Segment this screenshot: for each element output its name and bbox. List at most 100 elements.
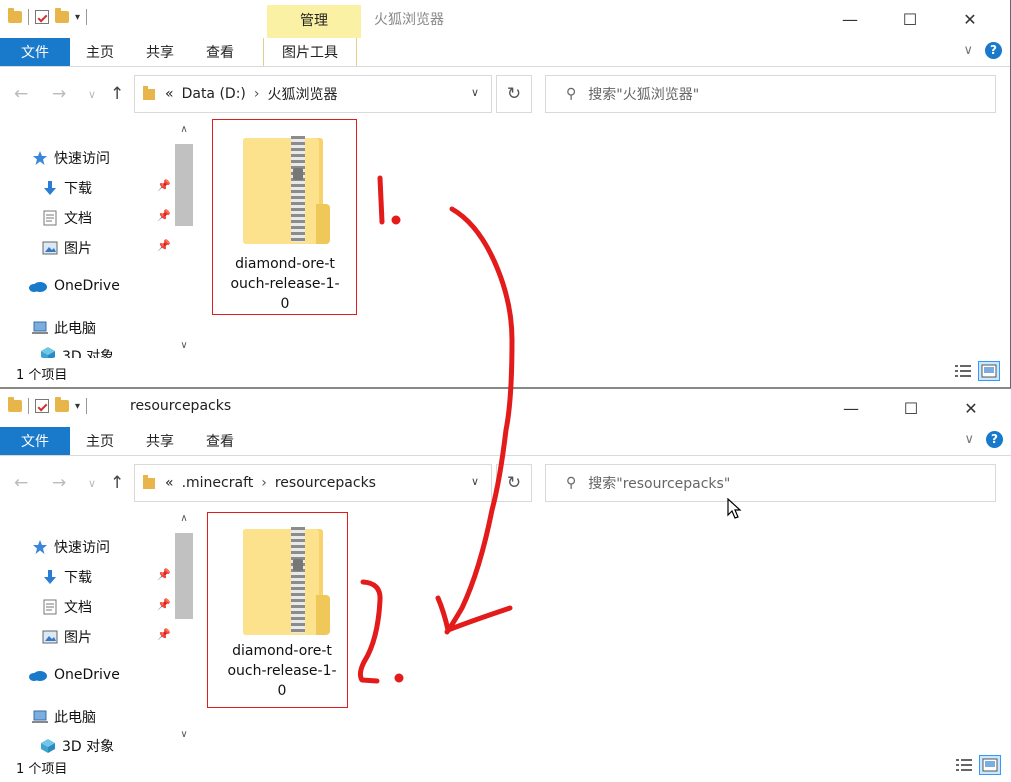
file-item-zip[interactable]: diamond-ore-t ouch-release-1- 0 xyxy=(207,512,348,708)
nav-documents[interactable]: 文档 xyxy=(42,208,92,228)
folder-icon[interactable] xyxy=(8,8,22,23)
scroll-down-icon[interactable]: ∨ xyxy=(173,340,195,358)
view-switcher xyxy=(952,361,1000,381)
cube-icon xyxy=(40,738,56,754)
pin-icon[interactable]: 📌 xyxy=(157,568,171,581)
customize-dropdown-icon[interactable]: ▾ xyxy=(75,12,80,23)
maximize-icon[interactable]: ☐ xyxy=(881,395,941,421)
scroll-thumb[interactable] xyxy=(175,533,193,619)
breadcrumb-separator-icon[interactable]: › xyxy=(261,475,267,491)
recent-dropdown-icon[interactable]: ∨ xyxy=(88,477,96,490)
large-icons-view-icon[interactable] xyxy=(978,361,1000,381)
nav-label: 图片 xyxy=(64,241,92,257)
tab-view[interactable]: 查看 xyxy=(190,427,250,455)
customize-dropdown-icon[interactable]: ▾ xyxy=(75,401,80,412)
address-bar[interactable]: « Data (D:) › 火狐浏览器 ∨ xyxy=(134,75,492,113)
folder-icon[interactable] xyxy=(8,397,22,412)
file-name: diamond-ore-t ouch-release-1- 0 xyxy=(215,254,355,314)
chevron-down-icon[interactable]: ∨ xyxy=(471,475,479,488)
help-icon[interactable]: ? xyxy=(985,42,1002,59)
up-icon[interactable]: ↑ xyxy=(110,473,124,493)
properties-icon[interactable] xyxy=(35,10,49,24)
chevron-down-icon[interactable]: ∨ xyxy=(963,43,973,58)
file-item-zip[interactable]: diamond-ore-t ouch-release-1- 0 xyxy=(212,119,357,315)
tab-manage[interactable]: 管理 xyxy=(267,5,361,38)
tab-home[interactable]: 主页 xyxy=(70,38,130,66)
new-folder-icon[interactable] xyxy=(55,8,69,23)
back-icon[interactable]: ← xyxy=(14,84,28,104)
nav-onedrive[interactable]: OneDrive xyxy=(28,667,120,683)
nav-3d-objects[interactable]: 3D 对象 xyxy=(40,736,114,756)
forward-icon[interactable]: → xyxy=(52,473,66,493)
nav-pictures[interactable]: 图片 xyxy=(42,627,92,647)
minimize-icon[interactable]: — xyxy=(821,395,881,421)
details-view-icon[interactable] xyxy=(952,361,974,381)
back-icon[interactable]: ← xyxy=(14,473,28,493)
tab-home[interactable]: 主页 xyxy=(70,427,130,455)
document-icon xyxy=(42,599,58,615)
large-icons-view-icon[interactable] xyxy=(979,755,1001,775)
pin-icon[interactable]: 📌 xyxy=(157,628,171,641)
nav-downloads[interactable]: 下载 xyxy=(42,567,92,587)
nav-label: 快速访问 xyxy=(54,540,110,556)
overflow-chevron-icon[interactable]: « xyxy=(165,86,174,102)
tab-file[interactable]: 文件 xyxy=(0,38,70,66)
chevron-down-icon[interactable]: ∨ xyxy=(964,432,974,447)
nav-this-pc[interactable]: 此电脑 xyxy=(32,318,96,338)
breadcrumb-folder[interactable]: 火狐浏览器 xyxy=(268,84,338,104)
window-controls: — ☐ ✕ xyxy=(821,395,1001,421)
close-icon[interactable]: ✕ xyxy=(940,6,1000,32)
nav-3d-objects[interactable]: 3D 对象 xyxy=(40,346,114,358)
search-input[interactable]: ⚲ 搜索"resourcepacks" xyxy=(545,464,996,502)
tab-share[interactable]: 共享 xyxy=(130,427,190,455)
status-bar: 1 个项目 xyxy=(0,360,1010,384)
details-view-icon[interactable] xyxy=(953,755,975,775)
pin-icon[interactable]: 📌 xyxy=(157,239,171,252)
tab-file[interactable]: 文件 xyxy=(0,427,70,455)
breadcrumb-separator-icon[interactable]: › xyxy=(254,86,260,102)
recent-dropdown-icon[interactable]: ∨ xyxy=(88,88,96,101)
refresh-icon[interactable]: ↻ xyxy=(496,464,532,502)
file-name-line: diamond-ore-t xyxy=(232,643,332,659)
up-icon[interactable]: ↑ xyxy=(110,84,124,104)
tab-picture-tools[interactable]: 图片工具 xyxy=(263,38,357,66)
help-icon[interactable]: ? xyxy=(986,431,1003,448)
pin-icon[interactable]: 📌 xyxy=(157,209,171,222)
tab-share[interactable]: 共享 xyxy=(130,38,190,66)
forward-icon[interactable]: → xyxy=(52,84,66,104)
breadcrumb-parent[interactable]: .minecraft xyxy=(182,475,254,491)
overflow-chevron-icon[interactable]: « xyxy=(165,475,174,491)
breadcrumb-folder[interactable]: resourcepacks xyxy=(275,475,376,491)
nav-scrollbar[interactable]: ∧ ∨ xyxy=(173,511,195,747)
tab-view[interactable]: 查看 xyxy=(190,38,250,66)
nav-quick-access[interactable]: 快速访问 xyxy=(32,148,110,168)
nav-onedrive[interactable]: OneDrive xyxy=(28,278,120,294)
nav-scrollbar[interactable]: ∧ ∨ xyxy=(173,122,195,358)
scroll-up-icon[interactable]: ∧ xyxy=(173,124,195,142)
explorer-window-resourcepacks: ▾ resourcepacks — ☐ ✕ 文件 主页 共享 查看 ∨ ? ← … xyxy=(0,389,1011,782)
cloud-icon xyxy=(28,278,48,294)
window-controls: — ☐ ✕ xyxy=(820,6,1000,32)
new-folder-icon[interactable] xyxy=(55,397,69,412)
nav-quick-access[interactable]: 快速访问 xyxy=(32,537,110,557)
close-icon[interactable]: ✕ xyxy=(941,395,1001,421)
pin-icon[interactable]: 📌 xyxy=(157,179,171,192)
nav-documents[interactable]: 文档 xyxy=(42,597,92,617)
nav-pictures[interactable]: 图片 xyxy=(42,238,92,258)
search-placeholder: 搜索"resourcepacks" xyxy=(588,476,731,492)
chevron-down-icon[interactable]: ∨ xyxy=(471,86,479,99)
minimize-icon[interactable]: — xyxy=(820,6,880,32)
address-bar[interactable]: « .minecraft › resourcepacks ∨ xyxy=(134,464,492,502)
scroll-thumb[interactable] xyxy=(175,144,193,226)
refresh-icon[interactable]: ↻ xyxy=(496,75,532,113)
maximize-icon[interactable]: ☐ xyxy=(880,6,940,32)
search-input[interactable]: ⚲ 搜索"火狐浏览器" xyxy=(545,75,996,113)
breadcrumb-drive[interactable]: Data (D:) xyxy=(182,86,246,102)
nav-downloads[interactable]: 下载 xyxy=(42,178,92,198)
pin-icon[interactable]: 📌 xyxy=(157,598,171,611)
scroll-down-icon[interactable]: ∨ xyxy=(173,729,195,747)
ribbon-right-controls: ∨ ? xyxy=(964,431,1003,448)
scroll-up-icon[interactable]: ∧ xyxy=(173,513,195,531)
nav-this-pc[interactable]: 此电脑 xyxy=(32,707,96,727)
properties-icon[interactable] xyxy=(35,399,49,413)
